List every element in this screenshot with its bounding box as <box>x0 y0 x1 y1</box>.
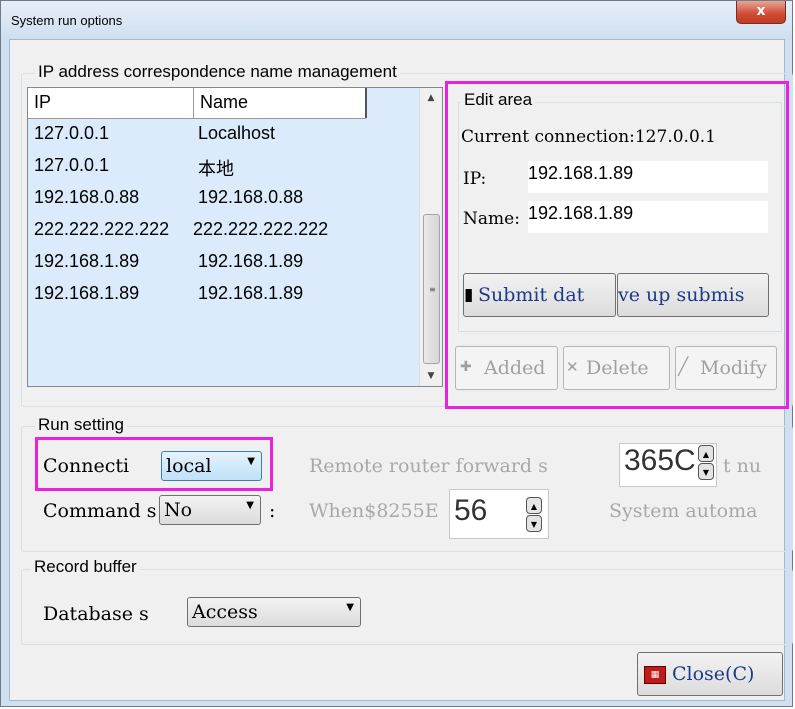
row-ip: 192.168.1.89 <box>34 251 140 271</box>
list-row[interactable]: 192.168.1.89 192.168.1.89 <box>28 247 418 279</box>
edit-area-label: Edit area <box>461 90 536 110</box>
ip-field[interactable]: 192.168.1.89 <box>528 161 768 193</box>
name-field[interactable]: 192.168.1.89 <box>528 201 768 233</box>
list-header: IP Name <box>28 88 367 119</box>
list-row[interactable]: 192.168.1.89 192.168.1.89 <box>28 279 418 311</box>
delete-button[interactable]: ✕ Delete <box>563 346 670 390</box>
plus-icon: ✚ <box>460 359 472 375</box>
connection-label: Connecti <box>43 455 130 477</box>
when-label: When$8255E <box>309 500 439 522</box>
database-select[interactable]: Access ▼ <box>187 597 361 627</box>
window-title: System run options <box>11 13 123 28</box>
system-auto-label: System automa <box>609 500 758 522</box>
when-spinner[interactable]: 56 ▲ ▼ <box>449 489 549 539</box>
row-name: 192.168.1.89 <box>198 251 304 271</box>
window-close-button[interactable]: x <box>736 1 786 24</box>
list-row[interactable]: 222.222.222.222 222.222.222.222 <box>28 215 418 247</box>
list-row[interactable]: 127.0.0.1 本地 <box>28 151 418 183</box>
title-bar: System run options x <box>1 1 792 39</box>
spin-up-icon[interactable]: ▲ <box>698 445 714 462</box>
submit-button[interactable]: ▮ Submit dat <box>463 273 616 317</box>
command-colon: : <box>269 500 276 522</box>
spin-up-icon[interactable]: ▲ <box>526 497 542 514</box>
list-row[interactable]: 192.168.0.88 192.168.0.88 <box>28 183 418 215</box>
row-name: 222.222.222.222 <box>193 219 329 239</box>
command-label: Command s <box>43 500 157 522</box>
remote-router-label: Remote router forward s <box>309 455 548 477</box>
remote-port-spinner[interactable]: 365C ▲ ▼ <box>619 443 717 487</box>
added-button[interactable]: ✚ Added <box>455 346 558 390</box>
dialog-window: System run options x IP address correspo… <box>0 0 793 707</box>
scroll-down-icon[interactable]: ▼ <box>420 366 442 386</box>
row-ip: 192.168.1.89 <box>34 283 140 303</box>
delete-icon: ✕ <box>566 358 579 376</box>
row-name: 192.168.0.88 <box>198 187 304 207</box>
spin-down-icon[interactable]: ▼ <box>698 463 714 480</box>
close-dialog-icon: ▦ <box>644 666 666 684</box>
current-connection-text: Current connection:127.0.0.1 <box>461 127 716 147</box>
row-name: 192.168.1.89 <box>198 283 304 303</box>
ip-label: IP: <box>463 169 487 189</box>
connection-select[interactable]: local ▼ <box>161 451 262 481</box>
row-ip: 127.0.0.1 <box>34 155 110 175</box>
row-ip: 192.168.0.88 <box>34 187 140 207</box>
name-label: Name: <box>463 209 520 229</box>
list-row[interactable]: 127.0.0.1 Localhost <box>28 119 418 151</box>
close-button[interactable]: ▦ Close(C) <box>637 652 783 696</box>
row-ip: 222.222.222.222 <box>34 219 170 239</box>
scroll-thumb[interactable]: ≡ <box>423 214 440 364</box>
chevron-down-icon: ▼ <box>246 500 254 511</box>
chevron-down-icon: ▼ <box>247 456 255 467</box>
scroll-up-icon[interactable]: ▲ <box>420 88 442 108</box>
column-header-ip[interactable]: IP <box>34 92 51 113</box>
ip-list[interactable]: IP Name 127.0.0.1 Localhost 127.0.0.1 本地… <box>27 87 443 387</box>
record-buffer-label: Record buffer <box>31 557 140 577</box>
command-select[interactable]: No ▼ <box>159 495 261 525</box>
column-header-name[interactable]: Name <box>200 92 248 113</box>
run-setting-label: Run setting <box>35 415 127 435</box>
chevron-down-icon: ▼ <box>346 602 354 613</box>
submit-icon: ▮ <box>464 285 474 305</box>
pencil-icon: ╱ <box>678 357 689 377</box>
row-name: Localhost <box>198 123 276 143</box>
row-name: 本地 <box>198 159 234 179</box>
list-scrollbar[interactable]: ▲ ≡ ▼ <box>419 88 442 386</box>
ip-group-label: IP address correspondence name managemen… <box>35 62 400 82</box>
modify-button[interactable]: ╱ Modify <box>675 346 777 390</box>
save-submit-button[interactable]: ve up submis <box>617 273 769 317</box>
spin-down-icon[interactable]: ▼ <box>526 515 542 532</box>
remote-port-suffix: t nu <box>723 455 762 477</box>
database-label: Database s <box>43 603 149 625</box>
row-ip: 127.0.0.1 <box>34 123 110 143</box>
